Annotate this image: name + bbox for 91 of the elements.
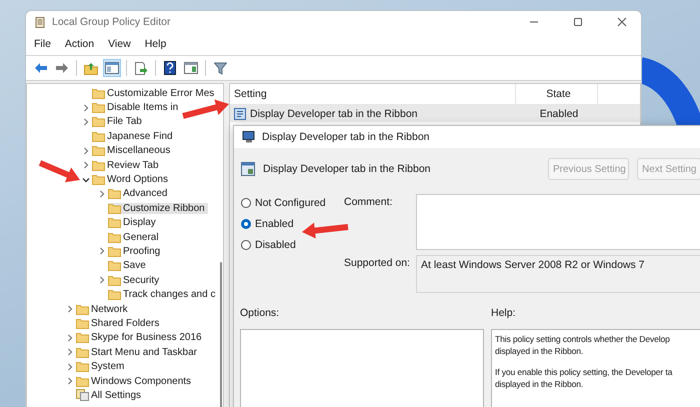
menu-item[interactable]: View <box>108 38 131 50</box>
pointer-arrow <box>182 100 229 119</box>
tree-item[interactable]: Network <box>76 304 131 315</box>
tree-item[interactable]: Customize Ribbon <box>108 202 208 214</box>
folder-icon <box>76 376 89 386</box>
chevron-right-icon[interactable] <box>98 190 106 198</box>
table-cell-text: Enabled <box>538 108 580 120</box>
field-label: Supported on: <box>344 256 411 271</box>
tree-item[interactable]: Miscellaneous <box>92 145 174 156</box>
folder-icon <box>92 130 105 142</box>
tree-item[interactable]: All Settings <box>76 389 144 402</box>
computer-icon <box>242 131 256 143</box>
maximize-icon[interactable] <box>573 17 583 27</box>
comment-field[interactable] <box>416 194 700 250</box>
tree-pane-icon <box>105 62 119 74</box>
folder-icon <box>76 304 89 315</box>
tree-item[interactable]: General <box>108 232 162 243</box>
tree-item[interactable]: Advanced <box>108 188 170 200</box>
window-title: Local Group Policy Editor <box>52 16 172 28</box>
radio-option[interactable]: Disabled <box>241 239 296 251</box>
folder-icon <box>108 232 121 243</box>
supported-on-field: At least Windows Server 2008 R2 or Windows 7 <box>416 255 700 293</box>
chevron-right-icon[interactable] <box>66 305 74 314</box>
menu-item[interactable]: File <box>34 38 51 50</box>
help-label: Help: <box>491 307 517 319</box>
list-row[interactable]: Display Developer tab in the Ribbon Enabled <box>230 105 640 122</box>
folder-icon <box>92 88 105 99</box>
menu-item[interactable]: Help <box>144 38 166 50</box>
policy-setting-icon <box>234 108 246 120</box>
folder-icon <box>108 260 121 272</box>
folder-icon <box>76 332 89 344</box>
tree-item[interactable]: Japanese Find <box>92 130 176 142</box>
tree-item[interactable]: Windows Components <box>76 376 194 386</box>
tree-item[interactable]: Review Tab <box>92 160 162 171</box>
forward-arrow-icon <box>55 62 69 74</box>
folder-icon <box>108 246 121 257</box>
table-cell: Display Developer tab in the Ribbon <box>230 108 516 120</box>
folder-icon <box>92 160 105 171</box>
pointer-arrow <box>302 222 348 239</box>
setting-heading: Display Developer tab in the Ribbon <box>263 163 432 175</box>
folder-icon <box>92 174 105 186</box>
export-list-icon <box>134 62 148 74</box>
chevron-right-icon[interactable] <box>98 247 106 256</box>
radio-option[interactable]: Enabled <box>241 218 294 230</box>
close-icon[interactable] <box>617 17 627 27</box>
policy-setting-icon <box>241 162 255 176</box>
radio-option[interactable]: Not Configured <box>241 197 326 209</box>
help-paragraph: This policy setting controls whether the Develop displayed in the Ribbon. <box>495 333 671 357</box>
tree-item[interactable]: Disable Items in <box>92 102 182 114</box>
folder-up-icon <box>84 62 98 74</box>
tree-item[interactable]: Display <box>108 217 159 228</box>
tree-item[interactable]: Save <box>108 260 149 272</box>
folder-icon <box>108 202 121 214</box>
tree-item[interactable]: Proofing <box>108 246 164 257</box>
dialog-title: Display Developer tab in the Ribbon <box>262 131 430 143</box>
folder-icon <box>76 346 89 358</box>
folder-icon <box>76 361 89 372</box>
tree-item[interactable]: Word Options <box>92 174 171 186</box>
filter-icon <box>214 62 226 74</box>
folder-icon <box>108 217 121 228</box>
column-header[interactable]: State <box>516 84 598 104</box>
scrollbar-thumb[interactable] <box>220 262 222 407</box>
chevron-right-icon[interactable] <box>98 276 106 284</box>
field-label: Comment: <box>344 195 394 210</box>
properties-pane-icon <box>184 62 198 74</box>
chevron-down-icon[interactable] <box>82 176 90 184</box>
folder-icon <box>92 116 105 128</box>
column-header[interactable]: Setting <box>230 84 516 104</box>
folder-icon <box>108 188 121 200</box>
scroll-app-icon <box>34 16 46 28</box>
back-arrow-icon <box>34 62 48 74</box>
tree-item[interactable]: Shared Folders <box>76 318 162 329</box>
menu-item[interactable]: Action <box>64 38 94 50</box>
folder-icon <box>108 274 121 286</box>
help-icon <box>164 61 176 75</box>
folder-icon <box>92 145 105 156</box>
help-paragraph: If you enable this policy setting, the Developer ta displayed in the Ribbon. <box>495 366 674 390</box>
tree-item[interactable]: Skype for Business 2016 <box>76 332 205 344</box>
toolbar-button[interactable] <box>161 59 179 77</box>
folder-icon <box>108 289 121 300</box>
tree-item[interactable]: File Tab <box>92 116 145 128</box>
folder-icon <box>92 102 105 114</box>
settings-list-icon <box>76 389 89 402</box>
tree-item[interactable]: Track changes and c <box>108 289 218 300</box>
tree-item[interactable]: System <box>76 361 128 372</box>
tree-item[interactable]: Customizable Error Mes <box>92 88 218 99</box>
tree-item[interactable]: Start Menu and Taskbar <box>76 346 200 358</box>
tree-item[interactable]: Security <box>108 274 162 286</box>
pointer-arrow <box>38 160 80 182</box>
folder-icon <box>76 318 89 329</box>
options-label: Options: <box>240 307 280 319</box>
